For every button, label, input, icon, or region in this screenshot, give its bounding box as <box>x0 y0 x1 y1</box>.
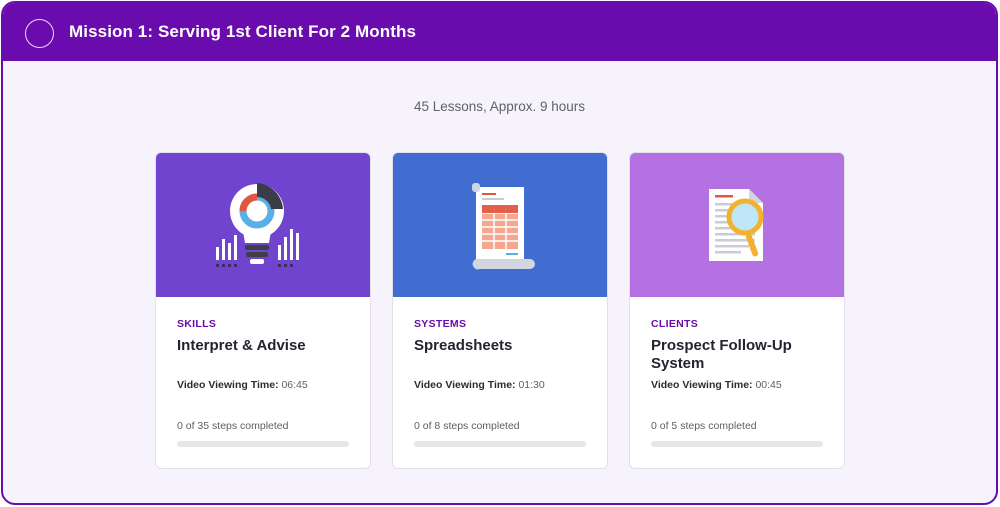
steps-completed: 0 of 5 steps completed <box>651 420 757 432</box>
lesson-summary: 45 Lessons, Approx. 9 hours <box>413 99 586 114</box>
video-time-label: Video Viewing Time: <box>414 379 516 391</box>
progress-bar <box>651 441 823 447</box>
video-viewing-time: Video Viewing Time: 06:45 <box>177 379 308 391</box>
video-viewing-time: Video Viewing Time: 00:45 <box>651 379 782 391</box>
mission-header[interactable]: Mission 1: Serving 1st Client For 2 Mont… <box>3 3 996 61</box>
course-card-prospect-follow-up[interactable]: CLIENTS Prospect Follow-Up System Video … <box>629 152 845 469</box>
card-category: SYSTEMS <box>414 318 467 330</box>
card-image[interactable] <box>393 153 607 297</box>
card-title[interactable]: Interpret & Advise <box>177 337 357 355</box>
mission-title[interactable]: Mission 1: Serving 1st Client For 2 Mont… <box>69 22 416 42</box>
card-image[interactable] <box>156 153 370 297</box>
steps-completed: 0 of 35 steps completed <box>177 420 289 432</box>
card-title[interactable]: Spreadsheets <box>414 337 594 355</box>
video-viewing-time: Video Viewing Time: 01:30 <box>414 379 545 391</box>
completion-status-icon[interactable] <box>25 19 54 48</box>
video-time-value: 01:30 <box>518 379 545 391</box>
spreadsheet-scroll-icon <box>472 183 535 270</box>
video-time-label: Video Viewing Time: <box>651 379 753 391</box>
video-time-value: 00:45 <box>755 379 782 391</box>
steps-completed: 0 of 8 steps completed <box>414 420 520 432</box>
video-time-label: Video Viewing Time: <box>177 379 279 391</box>
mission-panel: Mission 1: Serving 1st Client For 2 Mont… <box>1 1 998 505</box>
card-image[interactable] <box>630 153 844 297</box>
card-category: CLIENTS <box>651 318 699 330</box>
lightbulb-chart-icon <box>216 183 299 267</box>
progress-bar <box>414 441 586 447</box>
course-card-interpret-advise[interactable]: SKILLS Interpret & Advise Video Viewing … <box>155 152 371 469</box>
course-card-spreadsheets[interactable]: SYSTEMS Spreadsheets Video Viewing Time:… <box>392 152 608 469</box>
card-category: SKILLS <box>177 318 217 330</box>
progress-bar <box>177 441 349 447</box>
video-time-value: 06:45 <box>281 379 308 391</box>
card-title[interactable]: Prospect Follow-Up System <box>651 337 831 373</box>
document-magnifier-icon <box>709 189 764 261</box>
